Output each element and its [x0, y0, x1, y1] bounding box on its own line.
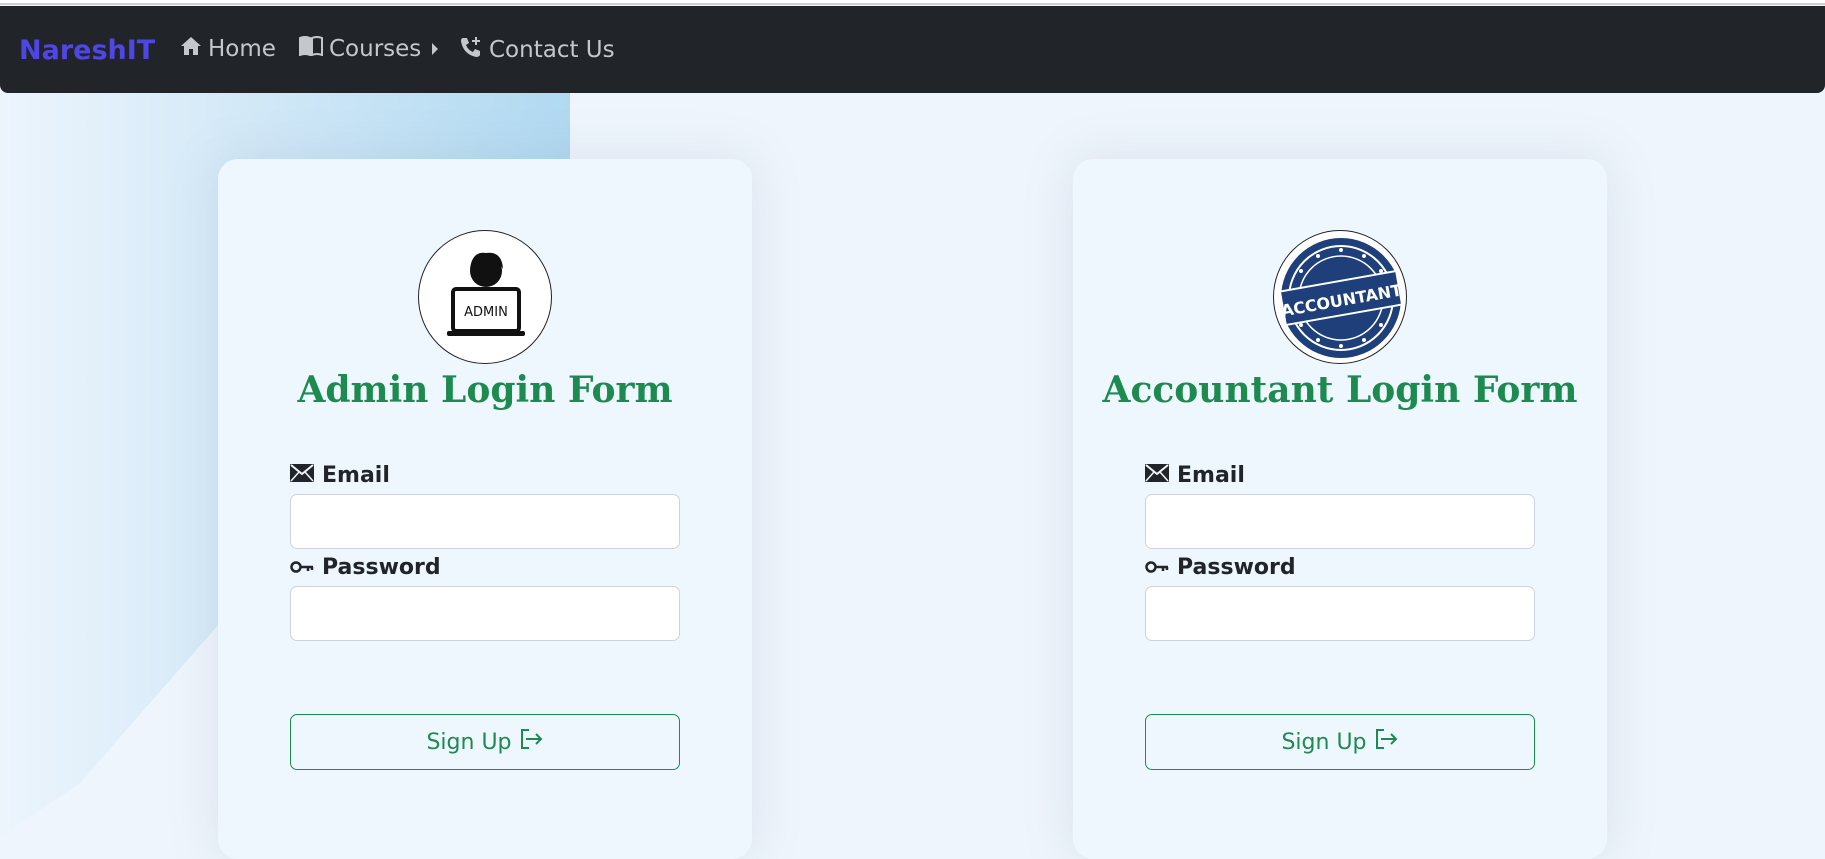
svg-text:ADMIN: ADMIN: [464, 305, 508, 320]
accountant-stamp-icon: ACCOUNTANT: [1278, 238, 1403, 358]
sign-in-arrow-icon: [520, 729, 544, 755]
nav-contact[interactable]: Contact Us: [459, 36, 615, 64]
browser-top-edge: [0, 0, 1825, 5]
admin-password-label: Password: [290, 555, 441, 580]
caret-right-icon: [431, 36, 439, 62]
admin-email-input[interactable]: [290, 494, 680, 549]
nav-courses-label: Courses: [329, 36, 422, 62]
accountant-form-title: Accountant Login Form: [1102, 369, 1578, 411]
accountant-password-label-text: Password: [1177, 555, 1296, 580]
admin-password-label-text: Password: [322, 555, 441, 580]
phone-icon: [459, 36, 483, 64]
accountant-login-card: ACCOUNTANT Accountant Login Form Email P…: [1073, 159, 1607, 859]
admin-form-title: Admin Login Form: [297, 369, 673, 411]
book-icon: [299, 36, 323, 62]
admin-email-label: Email: [290, 463, 390, 488]
nav-courses[interactable]: Courses: [299, 36, 439, 62]
nav-contact-label: Contact Us: [489, 37, 615, 63]
accountant-avatar: ACCOUNTANT: [1273, 230, 1407, 364]
accountant-password-input[interactable]: [1145, 586, 1535, 641]
admin-signup-label: Sign Up: [426, 729, 512, 755]
accountant-email-input[interactable]: [1145, 494, 1535, 549]
nav-home[interactable]: Home: [180, 36, 276, 62]
accountant-email-label: Email: [1145, 463, 1245, 488]
envelope-icon: [290, 463, 314, 488]
admin-user-icon: ADMIN: [447, 252, 525, 336]
brand-link[interactable]: NareshIT: [19, 35, 155, 66]
home-icon: [180, 36, 202, 62]
admin-avatar: ADMIN: [418, 230, 552, 364]
envelope-icon: [1145, 463, 1169, 488]
accountant-email-label-text: Email: [1177, 463, 1245, 488]
sign-in-arrow-icon: [1375, 729, 1399, 755]
key-icon: [1145, 555, 1169, 580]
accountant-signup-button[interactable]: Sign Up: [1145, 714, 1535, 770]
accountant-password-label: Password: [1145, 555, 1296, 580]
admin-login-card: ADMIN Admin Login Form Email Password Si…: [218, 159, 752, 859]
nav-home-label: Home: [208, 36, 276, 62]
key-icon: [290, 555, 314, 580]
navbar: NareshIT Home Courses Contact Us: [0, 6, 1825, 93]
accountant-signup-label: Sign Up: [1281, 729, 1367, 755]
admin-email-label-text: Email: [322, 463, 390, 488]
admin-password-input[interactable]: [290, 586, 680, 641]
admin-signup-button[interactable]: Sign Up: [290, 714, 680, 770]
